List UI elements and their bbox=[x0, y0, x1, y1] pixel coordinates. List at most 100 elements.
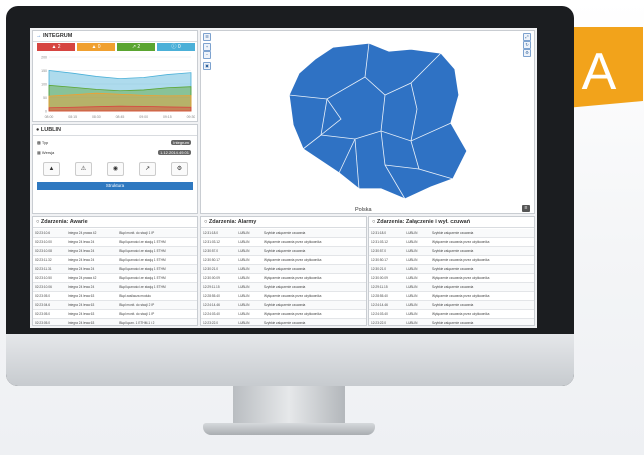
table-row[interactable]: 12:30:00.09 LUBLIN Wyłączenie czuwania prz… bbox=[201, 273, 366, 283]
table-cell: Integra 24 lewa 24 bbox=[65, 246, 118, 256]
info-circle-icon: ● bbox=[36, 127, 40, 133]
warning-button[interactable]: ⚠ bbox=[75, 162, 92, 176]
table-row[interactable]: 12:24:14.46 LUBLIN Szybkie załączenie czuw… bbox=[201, 300, 366, 310]
table-row[interactable]: 02:23:10.6 Integra 24 prawa 42 Błąd monit.… bbox=[33, 229, 197, 238]
table-cell: 02:23:10.00 bbox=[33, 237, 66, 247]
map-menu-icon[interactable]: ☰ bbox=[203, 33, 211, 41]
table-row[interactable]: 12:23:22.0 LUBLIN Szybkie załączenie czuwa… bbox=[369, 318, 534, 325]
table-row[interactable]: 12:30:21.0 LUBLIN Szybkie załączenie czuwa… bbox=[201, 264, 366, 274]
table-cell: 02:23:04.6 bbox=[33, 300, 66, 310]
map-info-icon[interactable]: ≡ bbox=[522, 205, 530, 212]
table-row[interactable]: 12:30:21.0 LUBLIN Szybkie załączenie czuwa… bbox=[369, 264, 534, 274]
table-row[interactable]: 12:31:03.12 LUBLIN Wyłączenie czuwania prz… bbox=[369, 237, 534, 247]
table-row[interactable]: 02:23:04.6 Integra 24 lewa 63 Błąd monit. … bbox=[33, 300, 197, 310]
table-row[interactable]: 12:23:22.0 LUBLIN Szybkie załączenie czuwa… bbox=[201, 318, 366, 325]
type-value: Integrum bbox=[171, 140, 191, 145]
table-cell: LUBLIN bbox=[236, 264, 263, 274]
table-cell: Wyłączenie czuwania przez użytkownika bbox=[262, 237, 366, 247]
info-counter[interactable]: ⓘ 0 bbox=[157, 43, 195, 51]
table-row[interactable]: 12:31:18.0 LUBLIN Szybkie załączenie czuwa… bbox=[369, 229, 534, 238]
table-row[interactable]: 12:28:55.40 LUBLIN Wyłączenie czuwania prz… bbox=[201, 291, 366, 301]
table-cell: 12:24:03.40 bbox=[369, 309, 405, 319]
table-cell: Szybkie załączenie czuwania bbox=[262, 264, 366, 274]
gear-icon: ⚙ bbox=[176, 166, 183, 172]
table-cell: 12:30:57.0 bbox=[201, 246, 237, 256]
table-row[interactable]: 12:31:18.0 LUBLIN Szybkie załączenie czuwa… bbox=[201, 229, 366, 238]
table-row[interactable]: 02:23:10.50 Integra 24 prawa 42 Błąd łączn… bbox=[33, 273, 197, 283]
version-value: 1.12.2014.49.01 bbox=[158, 150, 191, 155]
table-row[interactable]: 12:31:03.12 LUBLIN Wyłączenie czuwania prz… bbox=[201, 237, 366, 247]
zoom-out-button[interactable]: − bbox=[203, 51, 211, 59]
table-cell: 02:23:05.0 bbox=[33, 291, 66, 301]
lublin-header: ● LUBLIN bbox=[33, 125, 197, 136]
table-cell: Szybkie załączenie czuwania bbox=[430, 229, 534, 238]
table-cell: 12:30:00.09 bbox=[369, 273, 405, 283]
layers-icon[interactable]: ▣ bbox=[203, 62, 211, 70]
type-label: Typ bbox=[41, 140, 49, 145]
monitor-stand bbox=[233, 386, 345, 426]
structure-button[interactable]: Struktura bbox=[37, 182, 193, 190]
wrench-button[interactable]: ↗ bbox=[139, 162, 156, 176]
table-row[interactable]: 12:29:11.15 LUBLIN Szybkie załączenie czuw… bbox=[201, 282, 366, 292]
table-cell: 02:23:10.06 bbox=[33, 282, 66, 292]
gear-button[interactable]: ⚙ bbox=[171, 162, 188, 176]
settings-icon[interactable]: ⚙ bbox=[523, 49, 531, 57]
table-cell: Błąd łączności ze stacją 1 ETHM bbox=[117, 264, 197, 274]
table-row[interactable]: 12:24:03.40 LUBLIN Wyłączenie czuwania prz… bbox=[201, 309, 366, 319]
table-cell: 02:23:05.0 bbox=[33, 318, 66, 325]
table-cell: LUBLIN bbox=[236, 282, 263, 292]
events-table: 12:31:18.0 LUBLIN Szybkie załączenie czuwa… bbox=[369, 229, 534, 325]
warning-icon: ⚠ bbox=[80, 166, 87, 172]
lublin-panel: ● LUBLIN ▩ Typ Integrum ▦ Wersja 1.12.20… bbox=[32, 124, 198, 214]
table-cell: Integra 24 lewa 63 bbox=[65, 318, 118, 325]
wrench-counter[interactable]: ↗ 2 bbox=[117, 43, 155, 51]
refresh-icon[interactable]: ↻ bbox=[523, 41, 531, 49]
table-row[interactable]: 02:23:05.0 Integra 24 lewa 63 Błąd monit. … bbox=[33, 309, 197, 319]
fullscreen-icon[interactable]: ⤢ bbox=[523, 33, 531, 41]
y-tick-label: 200 bbox=[41, 56, 47, 60]
table-cell: 12:23:22.0 bbox=[201, 318, 237, 325]
table-cell: 12:28:55.40 bbox=[369, 291, 405, 301]
map-panel: ☰ + − ▣ ⤢ ↻ ⚙ Polska ≡ bbox=[200, 30, 535, 214]
zoom-in-button[interactable]: + bbox=[203, 43, 211, 51]
fire-counter[interactable]: ▲ 2 bbox=[37, 43, 75, 51]
alarms-failures-panel: ○ Zdarzenia: Awarie 02:23:10.6 Integra 24… bbox=[32, 216, 198, 326]
table-row[interactable]: 12:30:57.0 LUBLIN Szybkie załączenie czuwa… bbox=[201, 246, 366, 256]
table-row[interactable]: 12:30:50.17 LUBLIN Wyłączenie czuwania prz… bbox=[201, 255, 366, 265]
table-cell: Wyłączenie czuwania przez użytkownika bbox=[430, 237, 534, 247]
table-cell: 02:23:10.08 bbox=[33, 246, 66, 256]
eye-button[interactable]: ◉ bbox=[107, 162, 124, 176]
table-cell: Integra 24 lewa 63 bbox=[65, 300, 118, 310]
events-table: 12:31:18.0 LUBLIN Szybkie załączenie czuwa… bbox=[201, 229, 366, 325]
integrum-icon: → bbox=[36, 33, 42, 39]
table-cell: LUBLIN bbox=[236, 229, 263, 238]
x-tick-label: 08:00 bbox=[45, 115, 54, 119]
fire-button[interactable]: ▲ bbox=[43, 162, 60, 176]
table-cell: 12:23:22.0 bbox=[369, 318, 405, 325]
x-tick-label: 09:00 bbox=[139, 115, 148, 119]
table-row[interactable]: 02:23:10.00 Integra 24 lewa 24 Błąd łączno… bbox=[33, 237, 197, 247]
table-row[interactable]: 12:30:50.17 LUBLIN Wyłączenie czuwania prz… bbox=[369, 255, 534, 265]
table-cell: LUBLIN bbox=[236, 318, 263, 325]
fire-icon: ▲ bbox=[51, 44, 57, 50]
warning-count: 0 bbox=[97, 44, 101, 50]
table-row[interactable]: 12:28:55.40 LUBLIN Wyłączenie czuwania prz… bbox=[369, 291, 534, 301]
table-row[interactable]: 12:24:03.40 LUBLIN Wyłączenie czuwania prz… bbox=[369, 309, 534, 319]
table-row[interactable]: 02:23:11.31 Integra 24 lewa 24 Błąd łączno… bbox=[33, 264, 197, 274]
version-row: ▦ Wersja bbox=[37, 150, 54, 155]
table-row[interactable]: 02:23:11.32 Integra 24 lewa 24 Błąd łączno… bbox=[33, 255, 197, 265]
poland-map[interactable] bbox=[281, 39, 471, 204]
table-cell: LUBLIN bbox=[236, 255, 263, 265]
table-row[interactable]: 12:30:00.09 LUBLIN Wyłączenie czuwania prz… bbox=[369, 273, 534, 283]
table-row[interactable]: 02:23:05.0 Integra 24 lewa 63 Błąd zasilac… bbox=[33, 291, 197, 301]
table-row[interactable]: 02:23:10.06 Integra 24 lewa 24 Błąd łączno… bbox=[33, 282, 197, 292]
table-row[interactable]: 02:23:05.0 Integra 24 lewa 63 Błąd łączn. … bbox=[33, 318, 197, 325]
table-cell: 12:24:14.46 bbox=[369, 300, 405, 310]
table-row[interactable]: 12:24:14.46 LUBLIN Szybkie załączenie czuw… bbox=[369, 300, 534, 310]
table-row[interactable]: 02:23:10.08 Integra 24 lewa 24 Błąd łączno… bbox=[33, 246, 197, 256]
table-row[interactable]: 12:30:57.0 LUBLIN Szybkie załączenie czuwa… bbox=[369, 246, 534, 256]
y-tick-label: 150 bbox=[41, 69, 47, 73]
table-row[interactable]: 12:29:11.15 LUBLIN Szybkie załączenie czuw… bbox=[369, 282, 534, 292]
warning-counter[interactable]: ▲ 0 bbox=[77, 43, 115, 51]
lublin-title: LUBLIN bbox=[40, 127, 62, 133]
